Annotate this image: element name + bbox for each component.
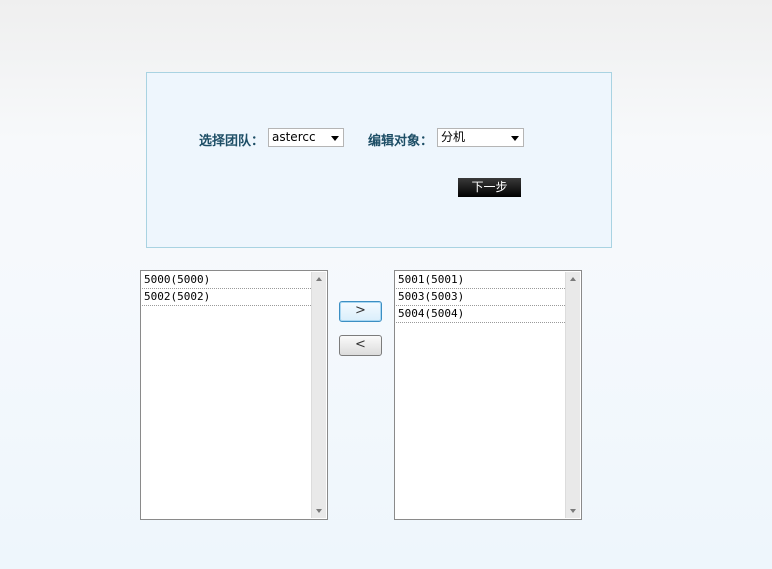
chevron-down-icon xyxy=(511,136,519,141)
scroll-down-arrow-icon[interactable] xyxy=(312,504,326,518)
chevron-right-icon: > xyxy=(355,303,366,318)
list-item[interactable]: 5001(5001) xyxy=(396,272,565,289)
available-list[interactable]: 5000(5000) 5002(5002) xyxy=(140,270,328,520)
team-select[interactable]: astercc xyxy=(268,128,344,147)
scrollbar[interactable] xyxy=(311,272,326,518)
selected-list[interactable]: 5001(5001) 5003(5003) 5004(5004) xyxy=(394,270,582,520)
target-select[interactable]: 分机 xyxy=(437,128,524,147)
target-label: 编辑对象： xyxy=(368,134,434,149)
team-select-value: astercc xyxy=(272,130,316,144)
scroll-up-arrow-icon[interactable] xyxy=(312,272,326,286)
scroll-down-arrow-icon[interactable] xyxy=(566,504,580,518)
scroll-up-arrow-icon[interactable] xyxy=(566,272,580,286)
target-select-value: 分机 xyxy=(441,130,466,144)
move-left-button[interactable]: < xyxy=(339,335,382,356)
scrollbar[interactable] xyxy=(565,272,580,518)
chevron-down-icon xyxy=(331,136,339,141)
team-label: 选择团队： xyxy=(199,134,265,149)
available-list-items: 5000(5000) 5002(5002) xyxy=(142,272,311,306)
chevron-left-icon: < xyxy=(355,337,366,352)
next-step-button[interactable]: 下一步 xyxy=(458,178,521,197)
selected-list-items: 5001(5001) 5003(5003) 5004(5004) xyxy=(396,272,565,323)
list-item[interactable]: 5000(5000) xyxy=(142,272,311,289)
list-item[interactable]: 5003(5003) xyxy=(396,289,565,306)
selection-panel: 选择团队： astercc 编辑对象： 分机 下一步 xyxy=(146,72,612,248)
move-right-button[interactable]: > xyxy=(339,301,382,322)
list-item[interactable]: 5002(5002) xyxy=(142,289,311,306)
list-item[interactable]: 5004(5004) xyxy=(396,306,565,323)
